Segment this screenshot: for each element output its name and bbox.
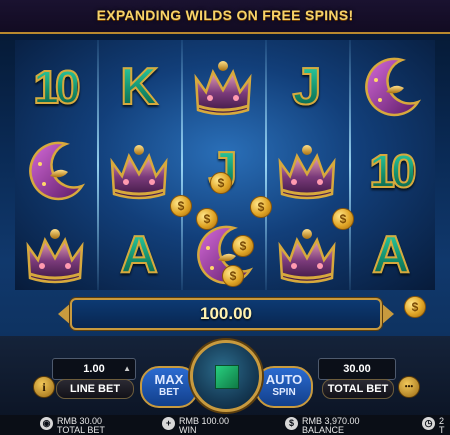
coin-icon: $ [222, 265, 244, 287]
top-banner: EXPANDING WILDS ON FREE SPINS! [0, 0, 450, 34]
reel-symbol-j: J [272, 52, 342, 122]
total-bet-display: 30.00 [318, 358, 396, 380]
crown-icon [188, 52, 258, 122]
win-bar-wing-right [380, 302, 394, 326]
reel-symbol-a: A [356, 220, 426, 290]
line-bet-display: 1.00 ▲ [52, 358, 136, 380]
total-bet-label: TOTAL BET [322, 379, 394, 399]
reel-symbol-a: A [104, 220, 174, 290]
dollar-icon: $ [285, 417, 298, 430]
symbol-letter: 10 [32, 61, 81, 113]
slot-game: EXPANDING WILDS ON FREE SPINS! 100.00 i [0, 0, 450, 435]
reel-symbol-j: J [188, 136, 258, 206]
reel-divider [349, 40, 351, 290]
crown-icon [272, 136, 342, 206]
coin-icon: $ [332, 208, 354, 230]
crown-icon [272, 220, 342, 290]
menu-button[interactable]: ••• [398, 376, 420, 398]
banner-text: EXPANDING WILDS ON FREE SPINS! [96, 7, 354, 23]
symbol-letter: A [119, 226, 159, 284]
total-bet-value: 30.00 [343, 363, 371, 375]
info-button[interactable]: i [33, 376, 55, 398]
max-bet-line2: BET [159, 387, 179, 398]
clock-icon: ◷ [422, 417, 435, 430]
reel-symbol-10: 10 [20, 52, 90, 122]
win-amount: 100.00 [200, 304, 252, 323]
line-bet-value: 1.00 [83, 363, 105, 375]
reel-symbol-k: K [104, 52, 174, 122]
coin-icon: $ [196, 208, 218, 230]
line-bet-label: LINE BET [56, 379, 134, 399]
max-bet-line1: MAX [154, 372, 184, 387]
footer-time-label: T [439, 425, 445, 435]
coin-icon: $ [170, 195, 192, 217]
footer-win-label: WIN [179, 425, 197, 435]
coin-icon: $ [404, 296, 426, 318]
symbol-letter: K [119, 58, 159, 116]
coin-icon: $ [250, 196, 272, 218]
moon-icon [356, 52, 426, 122]
crown-icon [104, 136, 174, 206]
symbol-letter: A [371, 226, 411, 284]
auto-spin-line1: AUTO [265, 372, 303, 387]
footer-balance-label: BALANCE [302, 425, 345, 435]
reel-divider [97, 40, 99, 290]
crown-icon [20, 220, 90, 290]
auto-spin-button[interactable]: AUTO SPIN [255, 366, 313, 408]
coin-icon: $ [210, 172, 232, 194]
reel-divider [265, 40, 267, 290]
win-bar: 100.00 [70, 298, 382, 330]
spin-icon [215, 365, 239, 389]
coin-icon: $ [232, 235, 254, 257]
line-bet-stepper-icon[interactable]: ▲ [123, 359, 131, 379]
info-icon: i [42, 380, 46, 394]
chip-icon: ◉ [40, 417, 53, 430]
symbol-letter: 10 [368, 145, 417, 197]
spin-button[interactable] [190, 340, 262, 412]
reel-symbol-10: 10 [356, 136, 426, 206]
reel-divider [181, 40, 183, 290]
auto-spin-line2: SPIN [272, 387, 296, 398]
symbol-letter: J [292, 58, 323, 116]
menu-icon: ••• [404, 382, 414, 391]
plus-icon: + [162, 417, 175, 430]
moon-icon [20, 136, 90, 206]
status-footer: ◉ RMB 30.00 TOTAL BET + RMB 100.00 WIN $… [0, 415, 450, 435]
footer-total-bet-label: TOTAL BET [57, 425, 105, 435]
